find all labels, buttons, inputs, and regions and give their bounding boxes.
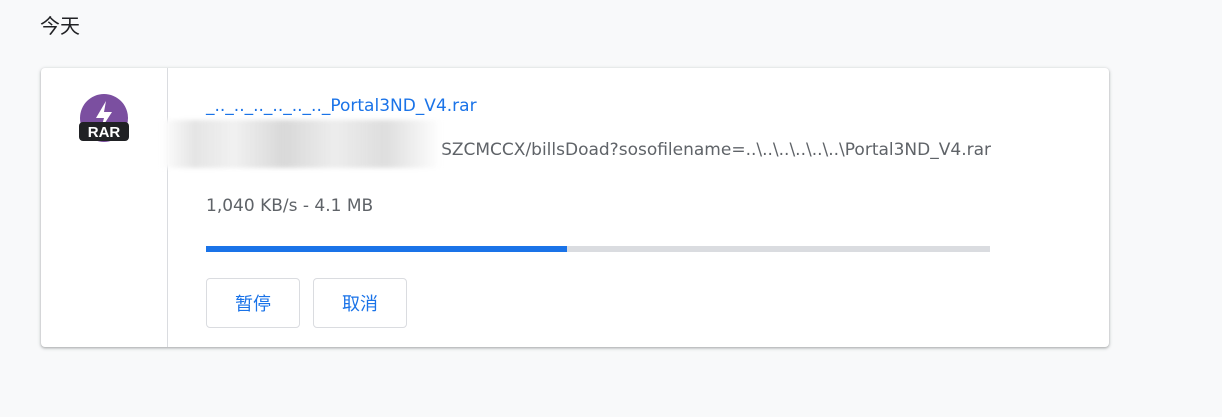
download-icon-column: RAR bbox=[41, 68, 168, 347]
download-status: 1,040 KB/s - 4.1 MB bbox=[206, 196, 374, 216]
progress-bar-fill bbox=[206, 246, 567, 252]
svg-text:RAR: RAR bbox=[88, 124, 121, 141]
date-section-header: 今天 bbox=[40, 14, 80, 38]
file-name-link[interactable]: _.._.._.._.._.._.._Portal3ND_V4.rar bbox=[206, 94, 477, 118]
download-actions: 暂停 取消 bbox=[206, 278, 407, 328]
source-url-text: SZCMCCX/billsDoad?sosofilename=..\..\..\… bbox=[441, 140, 991, 160]
cancel-button[interactable]: 取消 bbox=[313, 278, 407, 328]
download-item-card: RAR _.._.._.._.._.._.._Portal3ND_V4.rar … bbox=[41, 68, 1109, 347]
source-url: SZCMCCX/billsDoad?sosofilename=..\..\..\… bbox=[206, 138, 991, 162]
rar-archive-icon: RAR bbox=[79, 94, 129, 144]
progress-bar bbox=[206, 246, 990, 252]
download-details: _.._.._.._.._.._.._Portal3ND_V4.rar SZCM… bbox=[161, 68, 1086, 347]
pause-button[interactable]: 暂停 bbox=[206, 278, 300, 328]
